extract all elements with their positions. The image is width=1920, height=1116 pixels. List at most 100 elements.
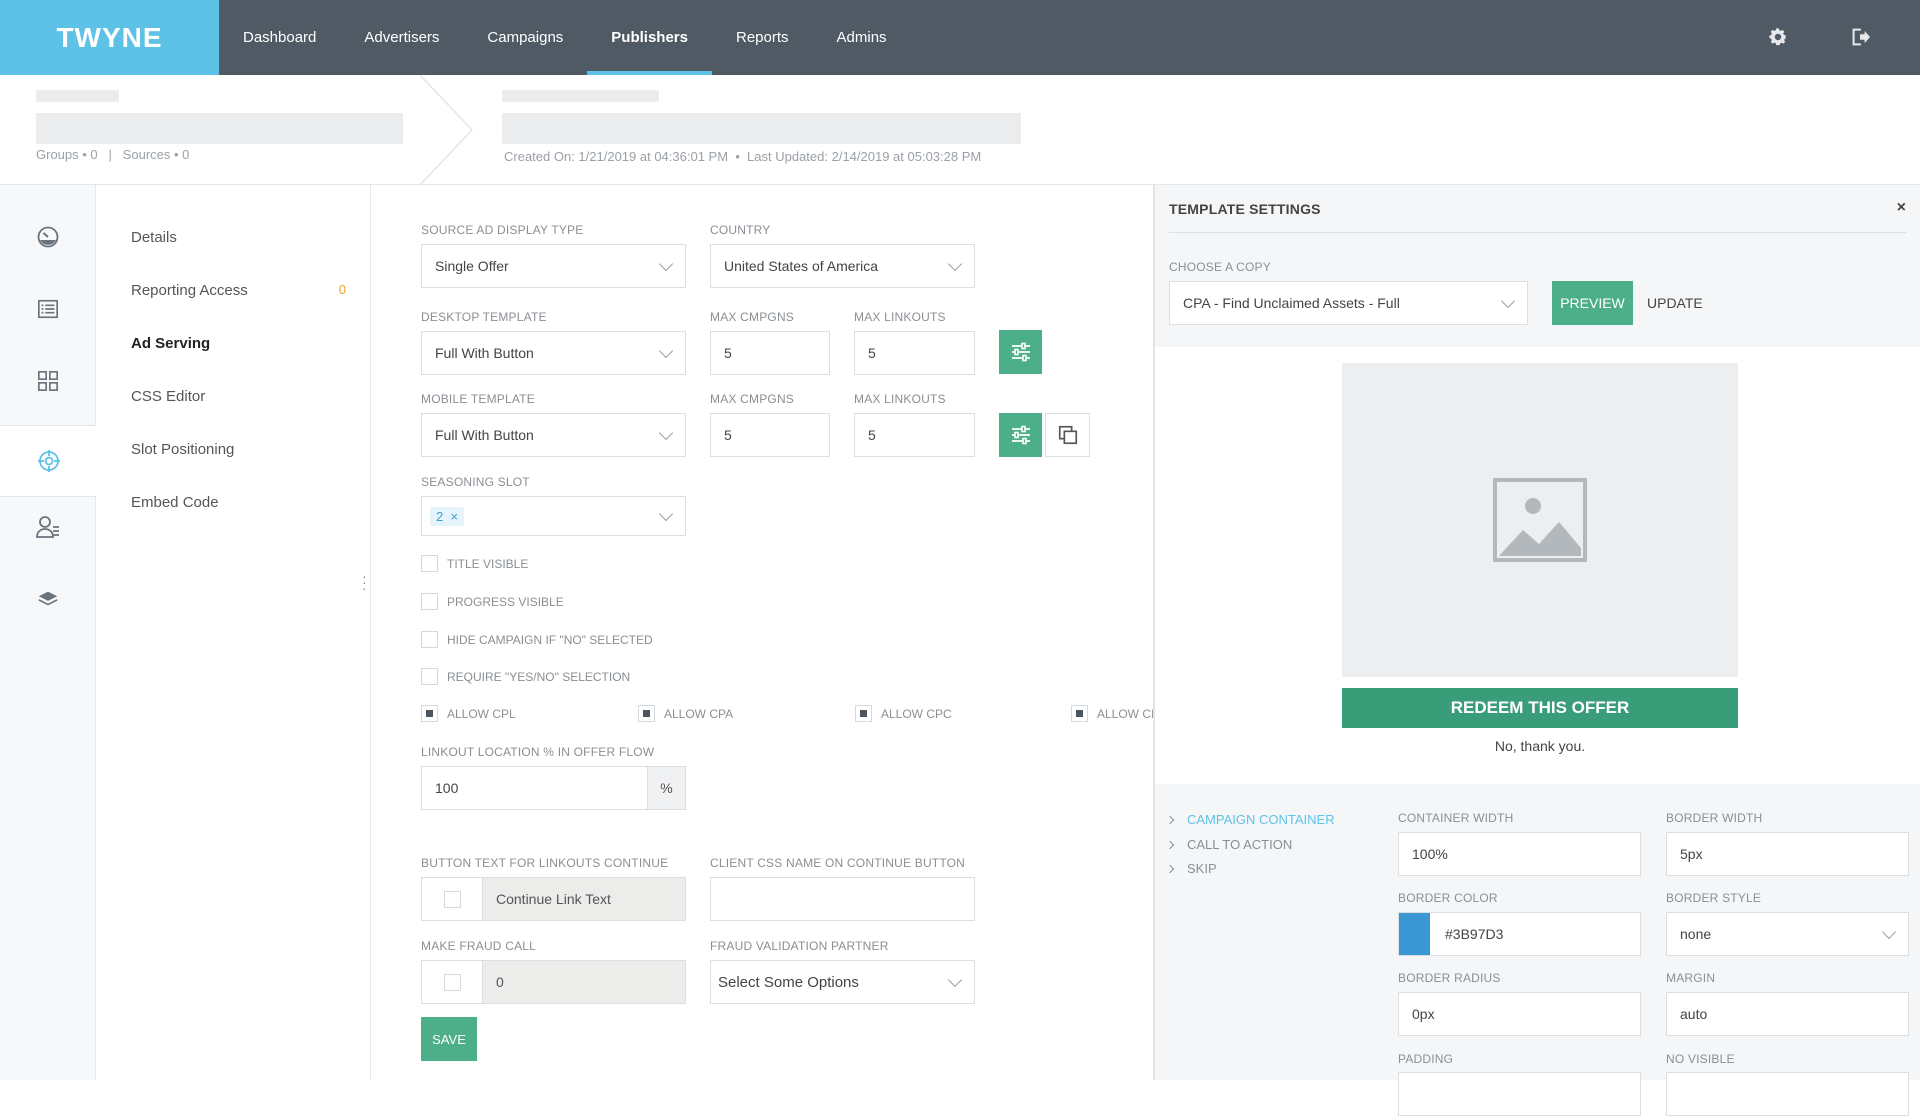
chevron-down-icon — [658, 256, 674, 272]
border-color-input[interactable]: #3B97D3 — [1398, 912, 1641, 956]
make-fraud-call-toggle[interactable] — [422, 961, 483, 1003]
tree-skip[interactable]: SKIP — [1165, 861, 1217, 876]
make-fraud-call-value[interactable]: 0 — [483, 961, 685, 1003]
mobile-template-settings-button[interactable] — [999, 413, 1042, 457]
allow-cpc-checkbox[interactable]: ALLOW CPC — [855, 705, 952, 722]
button-text-label: BUTTON TEXT FOR LINKOUTS CONTINUE — [421, 856, 669, 870]
require-yes-no-checkbox[interactable]: REQUIRE "YES/NO" SELECTION — [421, 668, 630, 685]
title-visible-checkbox[interactable]: TITLE VISIBLE — [421, 555, 528, 572]
rail-ad-serving[interactable] — [0, 425, 97, 497]
mobile-max-cmpgns-input[interactable]: 5 — [710, 413, 830, 457]
menu-reporting-access-label: Reporting Access — [131, 282, 248, 299]
border-style-select[interactable]: none — [1666, 912, 1909, 956]
desktop-template-label: DESKTOP TEMPLATE — [421, 310, 547, 324]
desktop-max-linkouts-input[interactable]: 5 — [854, 331, 975, 375]
rail-users[interactable] — [0, 491, 96, 563]
checkbox-box[interactable] — [421, 705, 438, 722]
fraud-partner-select[interactable]: Select Some Options — [710, 960, 975, 1004]
source-ad-display-type-select[interactable]: Single Offer — [421, 244, 686, 288]
tree-call-to-action[interactable]: CALL TO ACTION — [1165, 837, 1292, 852]
source-title-placeholder — [502, 90, 659, 102]
update-button[interactable]: UPDATE — [1647, 281, 1703, 325]
nav-advertisers[interactable]: Advertisers — [340, 0, 463, 75]
mobile-template-select[interactable]: Full With Button — [421, 413, 686, 457]
rail-grid[interactable] — [0, 345, 96, 417]
nav-reports[interactable]: Reports — [712, 0, 813, 75]
gauge-icon — [37, 226, 59, 248]
linkout-location-input[interactable]: 100% — [421, 766, 686, 810]
redeem-offer-button[interactable]: REDEEM THIS OFFER — [1342, 688, 1738, 728]
preview-button[interactable]: PREVIEW — [1552, 281, 1633, 325]
button-text-value[interactable]: Continue Link Text — [483, 878, 685, 920]
hide-campaign-checkbox[interactable]: HIDE CAMPAIGN IF "NO" SELECTED — [421, 631, 653, 648]
copy-icon — [1058, 425, 1077, 445]
nav-campaigns[interactable]: Campaigns — [463, 0, 587, 75]
menu-reporting-access[interactable]: Reporting Access 0 — [131, 282, 346, 299]
menu-ad-serving[interactable]: Ad Serving — [131, 335, 346, 352]
close-icon[interactable]: × — [1897, 199, 1906, 217]
allow-ci-label: ALLOW CI — [1097, 706, 1153, 721]
allow-cpa-checkbox[interactable]: ALLOW CPA — [638, 705, 733, 722]
no-visible-input[interactable] — [1666, 1072, 1909, 1116]
desktop-template-select[interactable]: Full With Button — [421, 331, 686, 375]
country-select[interactable]: United States of America — [710, 244, 975, 288]
menu-embed-code[interactable]: Embed Code — [131, 494, 346, 511]
padding-label: PADDING — [1398, 1052, 1454, 1066]
menu-css-editor[interactable]: CSS Editor — [131, 388, 346, 405]
nav-publishers[interactable]: Publishers — [587, 0, 712, 75]
ad-serving-form: SOURCE AD DISPLAY TYPE Single Offer COUN… — [371, 185, 1153, 1080]
nav-dashboard[interactable]: Dashboard — [219, 0, 340, 75]
no-thanks-link[interactable]: No, thank you. — [1342, 738, 1738, 754]
chevron-down-icon — [658, 425, 674, 441]
seasoning-slot-select[interactable]: 2 × — [421, 496, 686, 536]
padding-input[interactable] — [1398, 1072, 1641, 1116]
rail-list[interactable] — [0, 273, 96, 345]
client-css-input[interactable] — [710, 877, 975, 921]
checkbox-box[interactable] — [855, 705, 872, 722]
checkbox-box[interactable] — [421, 555, 438, 572]
button-text-toggle[interactable] — [422, 878, 483, 920]
rail-layers[interactable] — [0, 563, 96, 635]
menu-css-editor-label: CSS Editor — [131, 388, 206, 405]
allow-cpl-checkbox[interactable]: ALLOW CPL — [421, 705, 516, 722]
mobile-max-linkouts-label: MAX LINKOUTS — [854, 392, 946, 406]
border-color-value: #3B97D3 — [1445, 926, 1504, 942]
checkbox-box[interactable] — [421, 668, 438, 685]
progress-visible-checkbox[interactable]: PROGRESS VISIBLE — [421, 593, 564, 610]
gear-icon[interactable] — [1763, 22, 1793, 52]
allow-ci-checkbox[interactable]: ALLOW CI — [1071, 705, 1153, 722]
mobile-max-linkouts-input[interactable]: 5 — [854, 413, 975, 457]
color-swatch[interactable] — [1399, 913, 1430, 955]
copy-template-button[interactable] — [1045, 413, 1090, 457]
allow-cpl-label: ALLOW CPL — [447, 706, 516, 721]
save-button[interactable]: SAVE — [421, 1017, 477, 1061]
desktop-max-cmpgns-input[interactable]: 5 — [710, 331, 830, 375]
breadcrumb-chevron-icon — [420, 75, 474, 185]
checkbox-box[interactable] — [443, 890, 461, 908]
checkbox-box[interactable] — [421, 631, 438, 648]
checkbox-box[interactable] — [1071, 705, 1088, 722]
make-fraud-call-label: MAKE FRAUD CALL — [421, 939, 537, 953]
rail-dashboard[interactable] — [0, 201, 96, 273]
checkbox-box[interactable] — [638, 705, 655, 722]
desktop-template-settings-button[interactable] — [999, 330, 1042, 374]
mobile-template-label: MOBILE TEMPLATE — [421, 392, 535, 406]
menu-details[interactable]: Details — [131, 229, 346, 246]
tree-campaign-container[interactable]: CAMPAIGN CONTAINER — [1165, 812, 1335, 827]
name-placeholder — [36, 113, 403, 144]
checkbox-box[interactable] — [443, 973, 461, 991]
checkbox-box[interactable] — [421, 593, 438, 610]
button-text-field: Continue Link Text — [421, 877, 686, 921]
app-logo[interactable]: TWYNE — [0, 0, 219, 75]
tag-remove-icon[interactable]: × — [450, 509, 458, 524]
chevron-right-icon — [1165, 840, 1175, 849]
logout-icon[interactable] — [1845, 22, 1875, 52]
nav-admins[interactable]: Admins — [813, 0, 911, 75]
resize-handle[interactable]: · · · — [362, 569, 367, 595]
margin-input[interactable]: auto — [1666, 992, 1909, 1036]
border-radius-input[interactable]: 0px — [1398, 992, 1641, 1036]
choose-copy-select[interactable]: CPA - Find Unclaimed Assets - Full — [1169, 281, 1528, 325]
container-width-input[interactable]: 100% — [1398, 832, 1641, 876]
border-width-input[interactable]: 5px — [1666, 832, 1909, 876]
menu-slot-positioning[interactable]: Slot Positioning — [131, 441, 346, 458]
